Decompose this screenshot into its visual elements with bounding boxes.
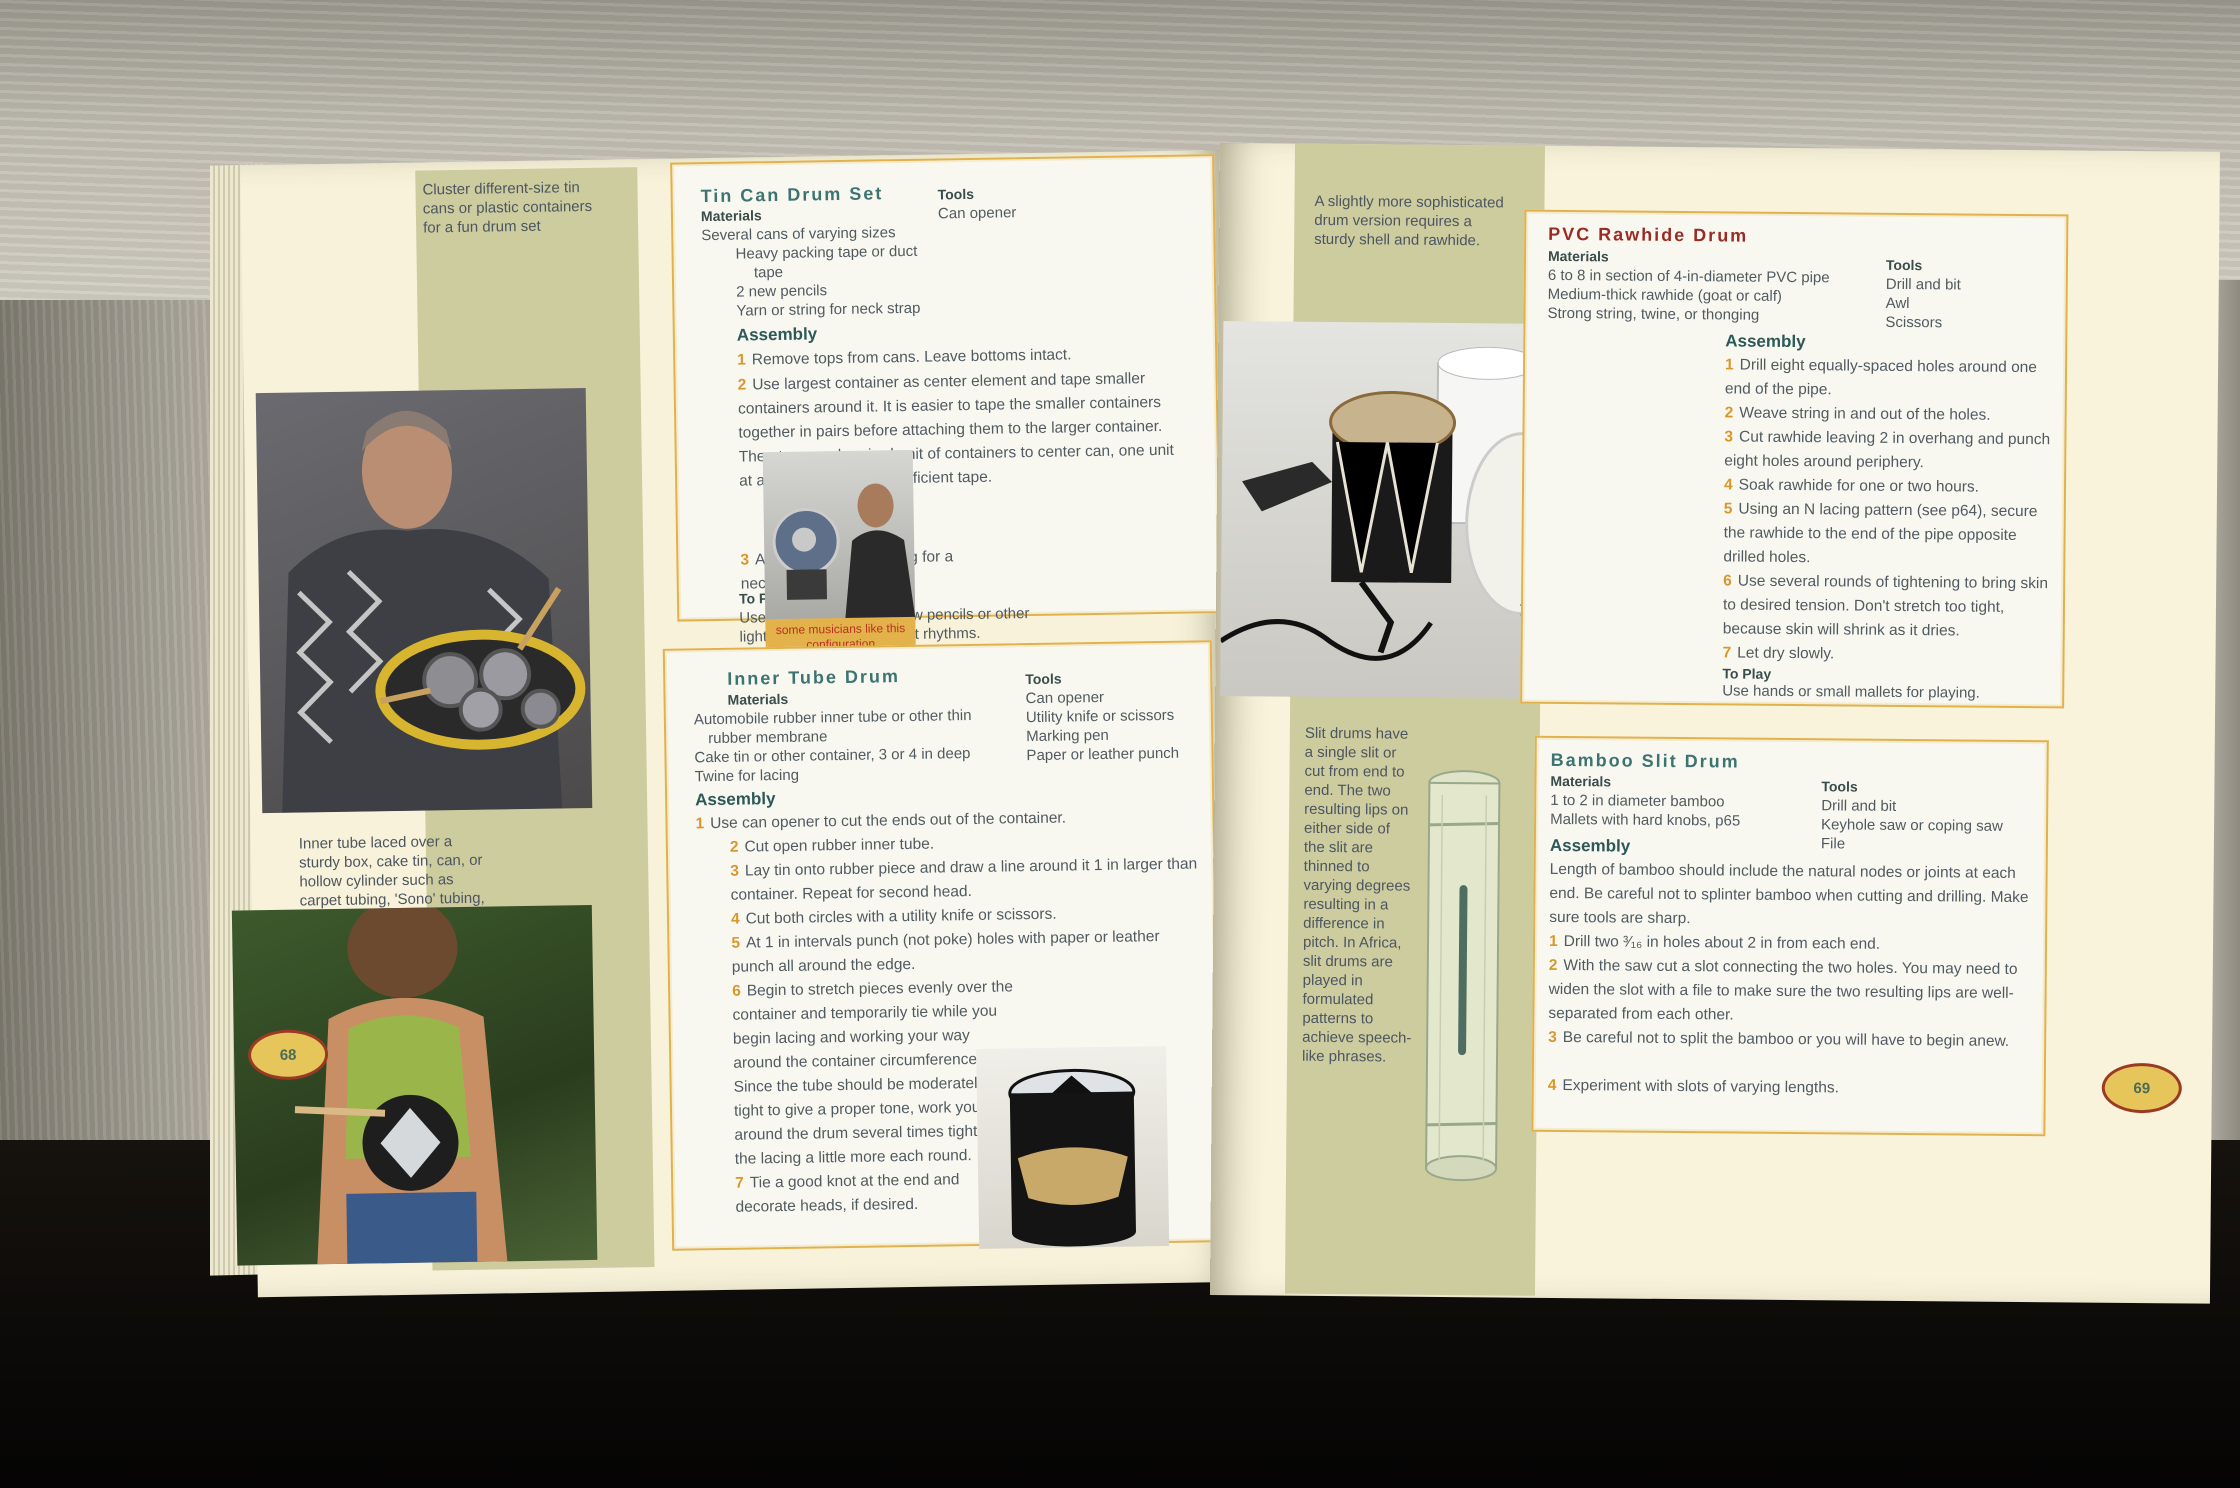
tool-item: File (1820, 835, 1846, 853)
assembly-step: 6 Use several rounds of tightening to bri… (1722, 572, 2049, 640)
tool-item: Utility knife or scissors (1025, 706, 1175, 727)
material-item: rubber membrane (708, 728, 828, 748)
material-item: tape (753, 263, 784, 282)
assembly-step: 2 With the saw cut a slot connecting the … (1548, 956, 2018, 1024)
inner-tube-tools-label: Tools (1025, 670, 1062, 688)
tin-can-panel: Tin Can Drum Set Materials Several cans … (670, 154, 1222, 622)
tool-item: Awl (1885, 294, 1910, 313)
tool-item: Paper or leather punch (1026, 744, 1180, 765)
material-item: Strong string, twine, or thonging (1547, 304, 1760, 324)
tin-can-caption: Cluster different-size tin cans or plast… (422, 179, 593, 237)
material-item: Twine for lacing (694, 766, 800, 786)
pvc-assembly-label: Assembly (1725, 331, 1806, 352)
wood-surface-left (0, 300, 240, 1160)
inner-tube-materials-label: Materials (727, 690, 789, 708)
inner-tube-drum-photo (231, 904, 598, 1266)
bamboo-materials-label: Materials (1550, 772, 1612, 790)
tin-can-assembly-label: Assembly (736, 324, 818, 345)
assembly-step: 3 Cut rawhide leaving 2 in overhang and p… (1724, 428, 2051, 472)
bamboo-caption: Slit drums have a single slit or cut fro… (1301, 724, 1412, 1066)
material-item: Automobile rubber inner tube or other th… (693, 706, 972, 729)
material-item: 1 to 2 in diameter bamboo (1550, 791, 1725, 811)
tool-item: Keyhole saw or coping saw (1820, 816, 2003, 835)
tool-item: Marking pen (1026, 726, 1109, 746)
material-item: Medium-thick rawhide (goat or calf) (1547, 285, 1783, 305)
assembly-step: 4 Soak rawhide for one or two hours. (1723, 476, 1980, 496)
inner-tube-title: Inner Tube Drum (727, 666, 901, 689)
bamboo-illustration (1411, 765, 1515, 1186)
pvc-to-play-label: To Play (1722, 665, 1772, 682)
tool-item: Drill and bit (1821, 797, 1897, 815)
right-page: A slightly more sophisticated drum versi… (1209, 143, 2220, 1304)
pvc-tools-label: Tools (1885, 256, 1923, 274)
pvc-to-play-text: Use hands or small mallets for playing. (1722, 682, 1980, 702)
assembly-step: 5 Using an N lacing pattern (see p64), se… (1723, 500, 2038, 567)
tool-item: Scissors (1885, 313, 1943, 332)
assembly-step: 5 At 1 in intervals punch (not poke) hole… (731, 928, 1160, 976)
tool-item: Can opener (1025, 688, 1105, 708)
tin-can-drum-photo (255, 387, 593, 814)
material-item: Mallets with hard knobs, p65 (1550, 810, 1741, 830)
assembly-step: 2 Weave string in and out of the holes. (1724, 404, 1991, 424)
bamboo-intro: Length of bamboo should include the natu… (1549, 860, 2029, 928)
assembly-step: 7 Let dry slowly. (1722, 644, 1835, 663)
left-page: Cluster different-size tin cans or plast… (231, 150, 1238, 1298)
assembly-step: 1 Drill eight equally-spaced holes around… (1724, 356, 2038, 399)
assembly-step: 3 Lay tin onto rubber piece and draw a li… (730, 855, 1198, 904)
bamboo-assembly-label: Assembly (1549, 835, 1631, 856)
material-item: Cake tin or other container, 3 or 4 in d… (694, 744, 971, 767)
tin-can-title: Tin Can Drum Set (700, 183, 884, 207)
musician-photo (762, 449, 916, 621)
pvc-caption: A slightly more sophisticated drum versi… (1314, 192, 1504, 250)
tin-can-tools-label: Tools (937, 185, 975, 203)
assembly-step: 3 Be careful not to split the bamboo or y… (1548, 1028, 2010, 1050)
tool-item: Can opener (937, 204, 1017, 223)
bamboo-tools-label: Tools (1821, 778, 1858, 795)
pvc-title: PVC Rawhide Drum (1548, 223, 1749, 246)
bamboo-title: Bamboo Slit Drum (1550, 749, 1740, 772)
bamboo-panel: Bamboo Slit Drum Materials 1 to 2 in dia… (1531, 735, 2049, 1137)
material-item: Yarn or string for neck strap (736, 299, 921, 320)
page-number-badge: 69 (2101, 1062, 2183, 1114)
material-item: 2 new pencils (736, 282, 828, 301)
pvc-materials-label: Materials (1547, 247, 1609, 265)
material-item: Heavy packing tape or duct (735, 242, 918, 263)
inner-tube-assembly-label: Assembly (694, 789, 776, 810)
assembly-step: 4 Experiment with slots of varying length… (1547, 1076, 1840, 1097)
tool-item: Drill and bit (1885, 275, 1961, 294)
black-drum-photo (976, 1045, 1170, 1249)
tin-can-materials-label: Materials (700, 207, 762, 225)
material-item: 6 to 8 in section of 4-in-diameter PVC p… (1547, 266, 1830, 287)
pvc-panel: PVC Rawhide Drum Materials 6 to 8 in sec… (1520, 209, 2069, 709)
